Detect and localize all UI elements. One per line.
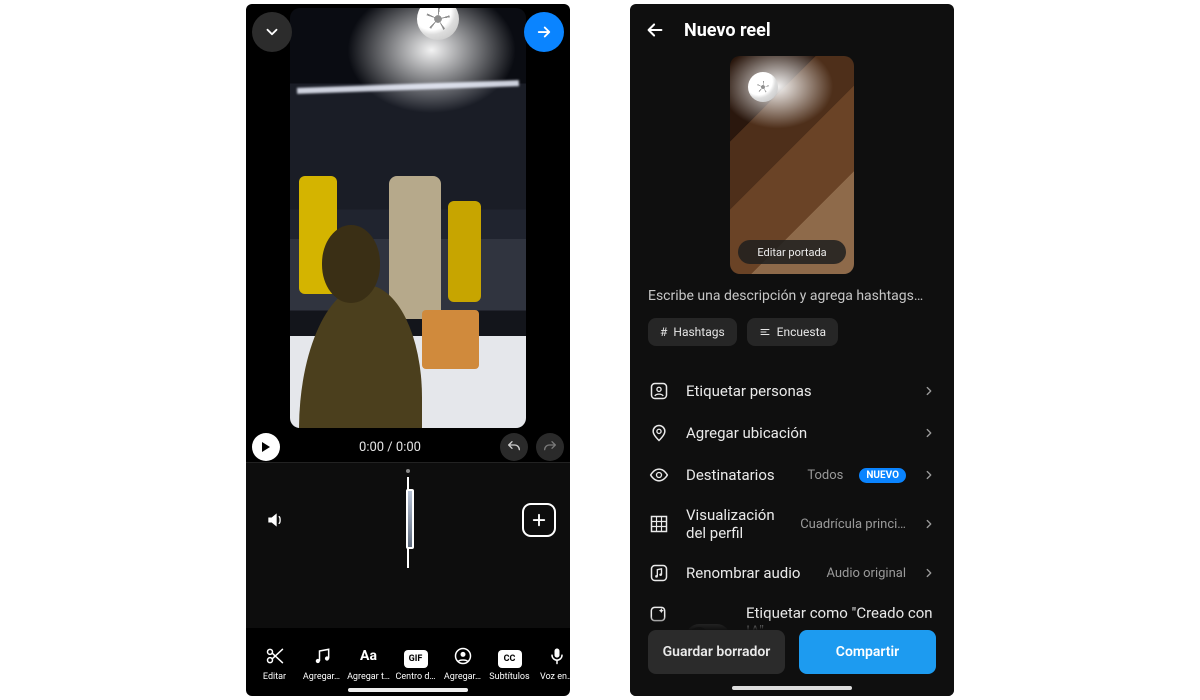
share-button[interactable]: Compartir xyxy=(799,630,936,674)
play-icon xyxy=(261,442,271,452)
tool-add-text[interactable]: Aa Agregar t… xyxy=(346,644,391,682)
row-label: Destinatarios xyxy=(686,466,791,484)
row-value: Todos xyxy=(807,468,843,483)
row-profile-view[interactable]: Visualización del perfil Cuadrícula prin… xyxy=(630,496,954,552)
row-label: Visualización del perfil xyxy=(686,506,784,542)
tool-label: Agregar… xyxy=(444,672,481,682)
scissors-icon xyxy=(263,644,287,668)
cc-icon: CC xyxy=(498,650,522,668)
soccer-ball-icon xyxy=(748,72,778,102)
play-button[interactable] xyxy=(252,433,280,461)
tool-add-avatar[interactable]: Agregar… xyxy=(440,644,485,682)
add-clip-button[interactable] xyxy=(522,503,556,537)
timeline-center-dot xyxy=(406,469,410,473)
gif-icon: GIF xyxy=(404,650,428,668)
editor-screen: 0:00 / 0:00 Editar Agregar… A xyxy=(246,4,570,696)
chevron-right-icon xyxy=(922,517,936,531)
compose-header: Nuevo reel xyxy=(630,4,954,56)
tool-label: Subtítulos xyxy=(489,672,529,682)
eye-icon xyxy=(648,464,670,486)
compose-title: Nuevo reel xyxy=(684,20,771,41)
arrow-left-icon xyxy=(644,19,666,41)
scene-ceiling-light xyxy=(297,80,519,94)
hash-icon: # xyxy=(660,325,667,339)
next-button[interactable] xyxy=(524,12,564,52)
undo-button[interactable] xyxy=(500,433,528,461)
tool-label: Centro d… xyxy=(396,672,436,682)
description-input[interactable]: Escribe una descripción y agrega hashtag… xyxy=(630,288,954,318)
row-location[interactable]: Agregar ubicación xyxy=(630,412,954,454)
plus-icon xyxy=(530,511,548,529)
row-value: Cuadrícula princi… xyxy=(800,517,906,532)
mic-icon xyxy=(545,644,569,668)
clip-thumb[interactable] xyxy=(406,489,414,549)
tool-label: Voz en… xyxy=(540,672,570,682)
arrow-right-icon xyxy=(535,23,553,41)
row-rename-audio[interactable]: Renombrar audio Audio original xyxy=(630,552,954,594)
chevron-down-icon xyxy=(263,23,281,41)
row-tag-people[interactable]: Etiquetar personas xyxy=(630,370,954,412)
collapse-button[interactable] xyxy=(252,12,292,52)
cover-preview[interactable]: Editar portada xyxy=(730,56,854,274)
text-icon: Aa xyxy=(357,644,381,668)
music-icon xyxy=(310,644,334,668)
poll-icon xyxy=(759,326,771,338)
tool-label: Agregar… xyxy=(303,672,340,682)
cover-wrap: Editar portada xyxy=(630,56,954,274)
time-bar: 0:00 / 0:00 xyxy=(252,432,564,462)
sound-toggle-button[interactable] xyxy=(260,505,290,535)
avatar-icon xyxy=(451,644,475,668)
redo-icon xyxy=(542,439,558,455)
chevron-right-icon xyxy=(922,426,936,440)
tool-edit[interactable]: Editar xyxy=(252,644,297,682)
tool-voiceover[interactable]: Voz en… xyxy=(534,644,570,682)
new-badge: NUEVO xyxy=(859,468,906,483)
row-label: Etiquetar personas xyxy=(686,382,906,400)
hashtags-chip[interactable]: # Hashtags xyxy=(648,318,737,346)
editor-preview-area: 0:00 / 0:00 xyxy=(246,4,570,462)
scene-person-yellow-2 xyxy=(448,201,481,302)
chip-label: Encuesta xyxy=(777,325,826,339)
speaker-icon xyxy=(265,510,285,530)
scene-person-beige xyxy=(389,176,441,319)
compose-screen: Nuevo reel Editar portada Escribe una de… xyxy=(630,4,954,696)
home-indicator xyxy=(732,686,852,690)
chips-row: # Hashtags Encuesta xyxy=(630,318,954,364)
row-recipients[interactable]: Destinatarios Todos NUEVO xyxy=(630,454,954,496)
row-label: Renombrar audio xyxy=(686,564,810,582)
grid-icon xyxy=(648,513,670,535)
edit-cover-button[interactable]: Editar portada xyxy=(738,240,846,264)
save-draft-button[interactable]: Guardar borrador xyxy=(648,630,785,674)
timecode: 0:00 / 0:00 xyxy=(288,440,492,455)
poll-chip[interactable]: Encuesta xyxy=(747,318,838,346)
tool-add-music[interactable]: Agregar… xyxy=(299,644,344,682)
tag-people-icon xyxy=(648,380,670,402)
home-indicator xyxy=(348,688,468,692)
timeline-tracks[interactable] xyxy=(246,462,570,628)
redo-button[interactable] xyxy=(536,433,564,461)
chevron-right-icon xyxy=(922,566,936,580)
tool-captions[interactable]: CC Subtítulos xyxy=(487,650,532,682)
audio-rename-icon xyxy=(648,562,670,584)
back-button[interactable] xyxy=(644,19,666,41)
row-label: Agregar ubicación xyxy=(686,424,906,442)
soccer-ball-icon xyxy=(417,8,459,40)
tool-label: Agregar t… xyxy=(347,672,390,682)
chevron-right-icon xyxy=(922,468,936,482)
compose-bottom-bar: Guardar borrador Compartir xyxy=(630,616,954,696)
video-preview[interactable] xyxy=(290,8,526,428)
tool-label: Editar xyxy=(263,672,286,682)
editor-toolbar: Editar Agregar… Aa Agregar t… GIF Centro… xyxy=(246,628,570,684)
location-icon xyxy=(648,422,670,444)
chip-label: Hashtags xyxy=(673,325,724,339)
scene-chair xyxy=(422,310,479,369)
undo-icon xyxy=(506,439,522,455)
tool-sticker-center[interactable]: GIF Centro d… xyxy=(393,650,438,682)
chevron-right-icon xyxy=(922,384,936,398)
row-value: Audio original xyxy=(826,566,906,581)
